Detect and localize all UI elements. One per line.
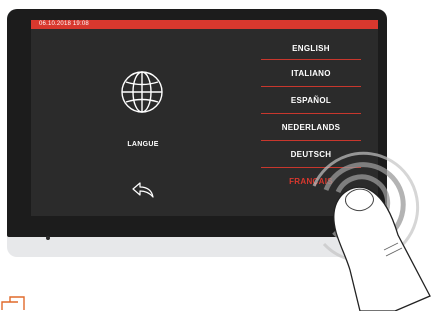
status-datetime: 06.10.2018 19:08: [39, 21, 89, 27]
language-option-nederlands[interactable]: NEDERLANDS: [261, 114, 361, 141]
language-list: ENGLISH ITALIANO ESPAÑOL NEDERLANDS DEUT…: [261, 38, 361, 195]
language-option-francais[interactable]: FRANÇAIS: [261, 168, 361, 195]
globe-icon: [121, 71, 163, 113]
status-bar: 06.10.2018 19:08: [31, 20, 378, 29]
decorative-corner-mark: [1, 296, 25, 310]
language-option-deutsch[interactable]: DEUTSCH: [261, 141, 361, 168]
language-option-italiano[interactable]: ITALIANO: [261, 60, 361, 87]
language-option-english[interactable]: ENGLISH: [261, 38, 361, 60]
camera-dot: [46, 236, 50, 240]
language-option-espanol[interactable]: ESPAÑOL: [261, 87, 361, 114]
touch-screen: 06.10.2018 19:08 LANGUE ENGLISH ITALIANO…: [31, 20, 378, 216]
langue-label: LANGUE: [127, 141, 159, 148]
back-arrow-icon[interactable]: [131, 180, 155, 200]
